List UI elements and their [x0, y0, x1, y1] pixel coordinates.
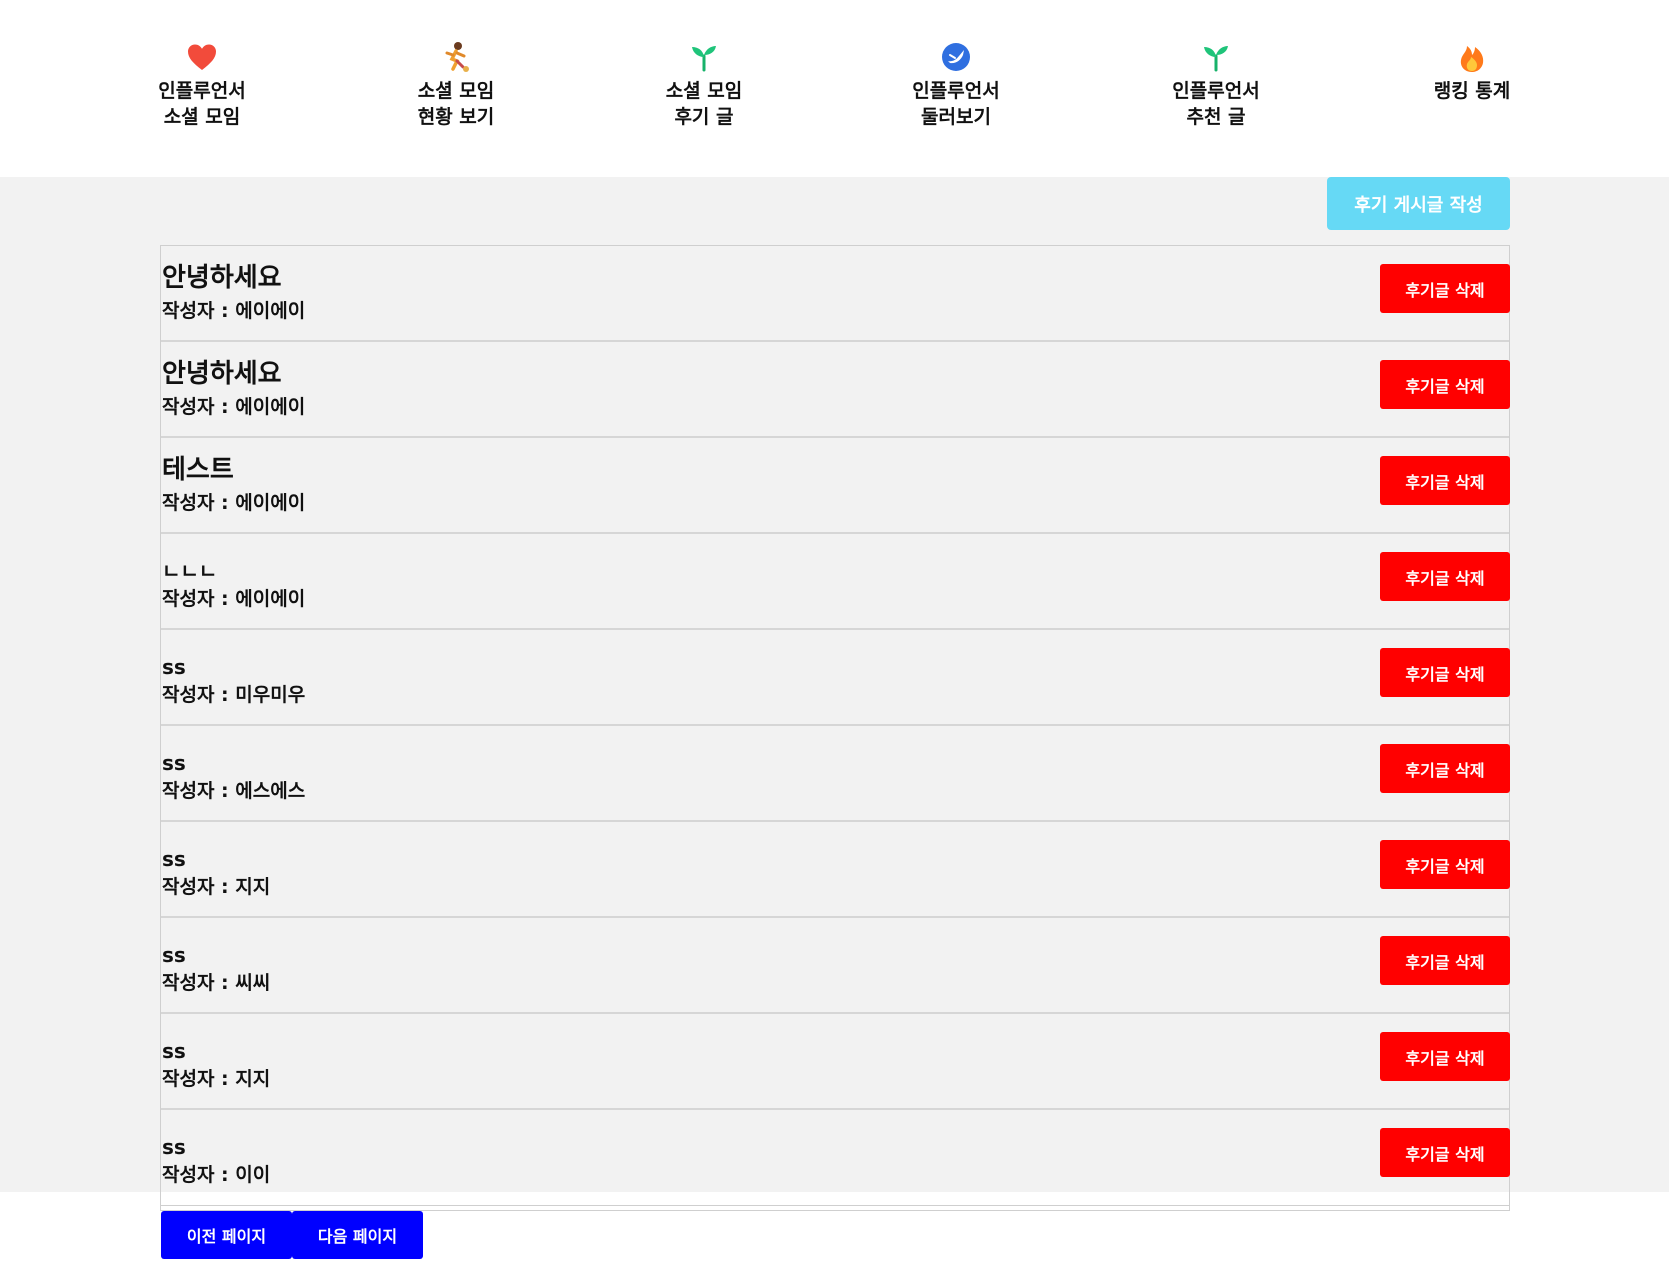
- fire-icon: [1455, 40, 1489, 74]
- review-author: 작성자 : 이이: [162, 1164, 271, 1186]
- previous-page-button[interactable]: 이전 페이지: [161, 1211, 292, 1259]
- review-title: ss: [162, 1135, 186, 1159]
- nav-label: 인플루언서 소셜 모임: [158, 80, 246, 128]
- sprout-icon: [687, 40, 721, 74]
- nav-item-influencer-recommendations[interactable]: 인플루언서 추천 글: [1116, 40, 1316, 130]
- nav-label: 랭킹 통계: [1433, 80, 1511, 102]
- write-review-button[interactable]: 후기 게시글 작성: [1327, 177, 1510, 230]
- person-running-icon: [439, 40, 473, 74]
- bird-badge-icon: [939, 40, 973, 74]
- nav-item-social-meeting-status[interactable]: 소셜 모임 현황 보기: [356, 40, 556, 130]
- review-title: ㄴㄴㄴ: [162, 559, 218, 583]
- list-item: ss 작성자 : 씨씨 후기글 삭제: [161, 918, 1510, 1014]
- list-item: ss 작성자 : 미우미우 후기글 삭제: [161, 630, 1510, 726]
- top-navigation: 인플루언서 소셜 모임 소셜 모임 현황 보기 소셜 모임 후기 글 인플루언서…: [0, 0, 1669, 177]
- nav-label: 소셜 모임 현황 보기: [417, 80, 495, 128]
- heart-icon: [185, 40, 219, 74]
- review-title: 안녕하세요: [162, 359, 282, 389]
- delete-review-button[interactable]: 후기글 삭제: [1380, 1032, 1510, 1081]
- list-item: ss 작성자 : 에스에스 후기글 삭제: [161, 726, 1510, 822]
- review-title: ss: [162, 943, 186, 967]
- nav-label: 소셜 모임 후기 글: [665, 80, 743, 128]
- nav-label: 인플루언서 둘러보기: [912, 80, 1000, 128]
- delete-review-button[interactable]: 후기글 삭제: [1380, 648, 1510, 697]
- nav-item-social-meeting-reviews[interactable]: 소셜 모임 후기 글: [604, 40, 804, 130]
- list-item: ㄴㄴㄴ 작성자 : 에이에이 후기글 삭제: [161, 534, 1510, 630]
- review-title: ss: [162, 1039, 186, 1063]
- review-author: 작성자 : 에스에스: [162, 780, 306, 802]
- review-author: 작성자 : 에이에이: [162, 588, 306, 610]
- review-author: 작성자 : 에이에이: [162, 396, 306, 418]
- delete-review-button[interactable]: 후기글 삭제: [1380, 264, 1510, 313]
- review-author: 작성자 : 씨씨: [162, 972, 271, 994]
- delete-review-button[interactable]: 후기글 삭제: [1380, 456, 1510, 505]
- list-item: 안녕하세요 작성자 : 에이에이 후기글 삭제: [161, 246, 1510, 342]
- sprout-icon: [1199, 40, 1233, 74]
- review-title: 안녕하세요: [162, 263, 282, 293]
- review-author: 작성자 : 에이에이: [162, 300, 306, 322]
- review-author: 작성자 : 지지: [162, 1068, 271, 1090]
- review-title: 테스트: [162, 455, 234, 485]
- delete-review-button[interactable]: 후기글 삭제: [1380, 840, 1510, 889]
- review-author: 작성자 : 미우미우: [162, 684, 306, 706]
- nav-item-browse-influencers[interactable]: 인플루언서 둘러보기: [856, 40, 1056, 130]
- delete-review-button[interactable]: 후기글 삭제: [1380, 936, 1510, 985]
- list-item: 테스트 작성자 : 에이에이 후기글 삭제: [161, 438, 1510, 534]
- list-item: 안녕하세요 작성자 : 에이에이 후기글 삭제: [161, 342, 1510, 438]
- review-author: 작성자 : 지지: [162, 876, 271, 898]
- review-author: 작성자 : 에이에이: [162, 492, 306, 514]
- list-item: ss 작성자 : 이이 후기글 삭제: [161, 1110, 1510, 1206]
- review-title: ss: [162, 847, 186, 871]
- list-item: ss 작성자 : 지지 후기글 삭제: [161, 822, 1510, 918]
- delete-review-button[interactable]: 후기글 삭제: [1380, 360, 1510, 409]
- delete-review-button[interactable]: 후기글 삭제: [1380, 1128, 1510, 1177]
- next-page-button[interactable]: 다음 페이지: [292, 1211, 423, 1259]
- nav-item-ranking-stats[interactable]: 랭킹 통계: [1372, 40, 1572, 104]
- review-title: ss: [162, 751, 186, 775]
- list-item: ss 작성자 : 지지 후기글 삭제: [161, 1014, 1510, 1110]
- nav-label: 인플루언서 추천 글: [1172, 80, 1260, 128]
- review-title: ss: [162, 655, 186, 679]
- delete-review-button[interactable]: 후기글 삭제: [1380, 744, 1510, 793]
- nav-item-influencer-social-meetings[interactable]: 인플루언서 소셜 모임: [102, 40, 302, 130]
- review-list: 안녕하세요 작성자 : 에이에이 후기글 삭제 안녕하세요 작성자 : 에이에이…: [160, 245, 1510, 1211]
- delete-review-button[interactable]: 후기글 삭제: [1380, 552, 1510, 601]
